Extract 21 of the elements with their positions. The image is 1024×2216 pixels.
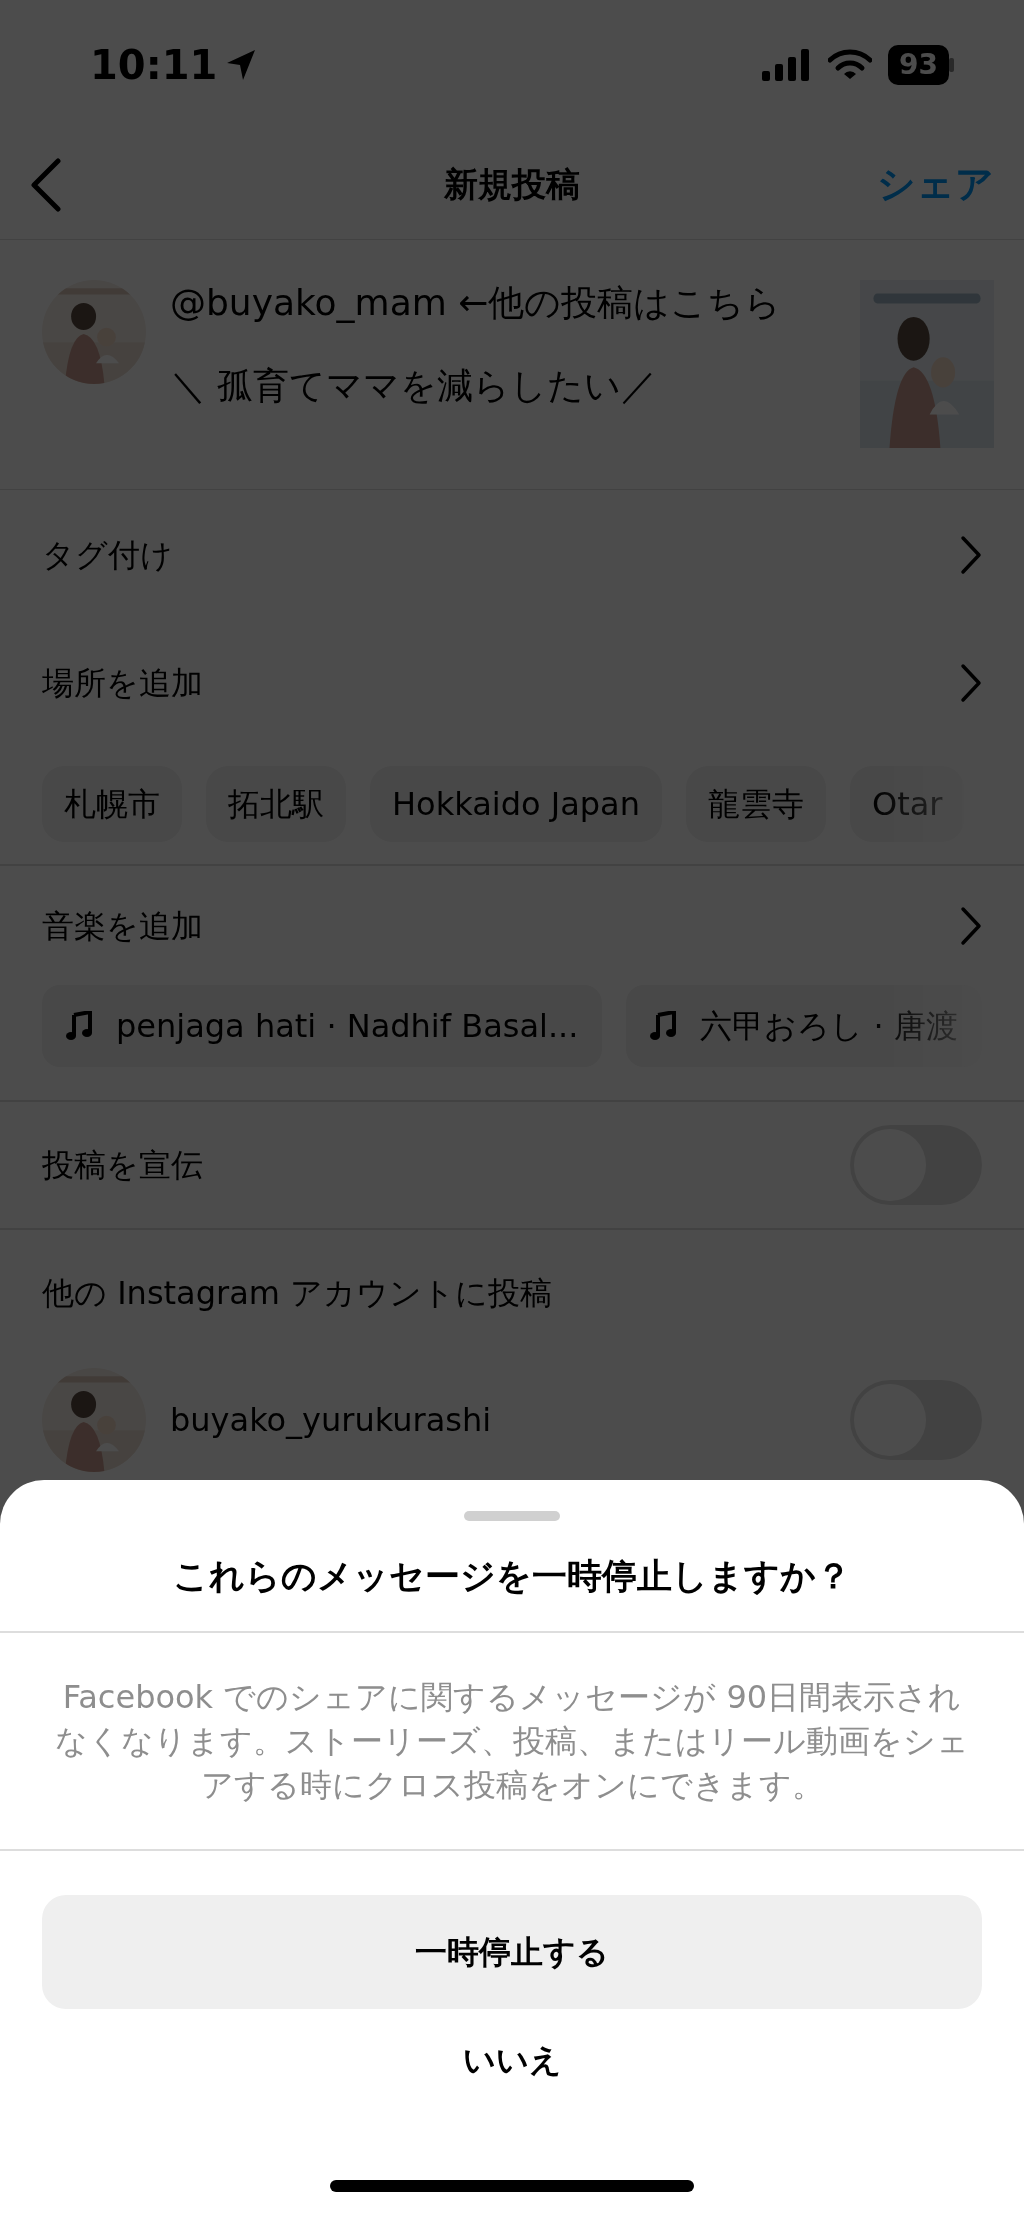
- pause-button[interactable]: 一時停止する: [42, 1895, 982, 2009]
- dialog-title: これらのメッセージを一時停止しますか？: [173, 1554, 851, 1598]
- location-chip[interactable]: 札幌市: [42, 766, 182, 842]
- share-button[interactable]: シェア: [877, 156, 994, 213]
- location-chip[interactable]: 拓北駅: [206, 766, 346, 842]
- menu-label[interactable]: タグ付け: [42, 531, 173, 579]
- caption-text: ＼ 孤育てママを減らしたい／: [170, 363, 659, 408]
- location-chip[interactable]: 龍雲寺: [685, 766, 826, 842]
- menu-label[interactable]: 音楽を追加: [42, 902, 203, 950]
- cancel-button[interactable]: いいえ: [456, 2035, 568, 2085]
- status-time: 10:11: [90, 41, 218, 90]
- caption-text: @buyako_mam ←他の投稿はこちら: [170, 281, 783, 325]
- page-title: 新規投稿: [444, 163, 580, 206]
- menu-label: 投稿を宣伝: [42, 1145, 203, 1186]
- battery-level: 93: [888, 45, 949, 85]
- section-heading: 他の Instagram アカウントに投稿: [42, 1273, 553, 1314]
- dialog-message: Facebook でのシェアに関するメッセージが 90日間表示されなくなります。ストーリーズ、投稿、またはリール動画をシェアする時にクロス投稿をオンにできます。: [54, 1676, 970, 1807]
- menu-label[interactable]: 場所を追加: [42, 659, 203, 707]
- music-chip[interactable]: penjaga hati · Nadhif Basal...: [42, 985, 603, 1067]
- account-name: buyako_yurukurashi: [170, 1400, 492, 1441]
- location-chip[interactable]: Hokkaido Japan: [370, 766, 662, 842]
